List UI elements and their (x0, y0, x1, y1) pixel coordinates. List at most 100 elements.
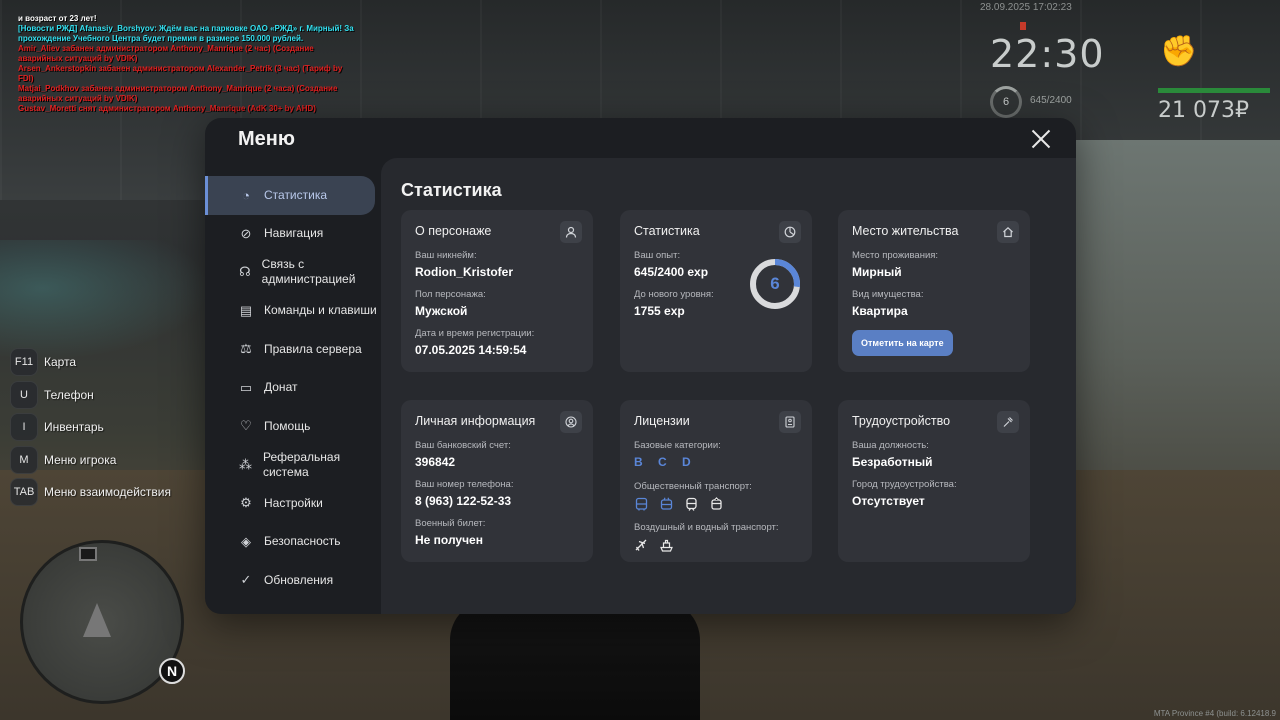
key-cap: M (10, 445, 38, 474)
headset-icon: ☊ (239, 264, 251, 280)
menu-window: Меню ◔ Статистика ⊘ Навигация ☊ Связь с админ… (205, 118, 1076, 614)
build-info: MTA Province #4 (build: 6.12418.9 (1153, 709, 1276, 718)
sidebar-item[interactable]: ⚙ Настройки (205, 484, 381, 523)
key-cap: U (10, 380, 38, 409)
chat-line: и возраст от 23 лет! (18, 14, 97, 23)
sidebar-item[interactable]: ✓ Обновления (205, 561, 381, 600)
sidebar-item[interactable]: ☊ Связь с администрацией (205, 253, 381, 292)
card-personal: Личная информация Ваш банковский счет: 3… (401, 400, 593, 562)
keybind-row: TAB Меню взаимодействия (10, 476, 171, 509)
hud-money: 21 073₽ (1158, 98, 1249, 123)
field-label: Место проживания: (852, 250, 939, 261)
hammer-icon (997, 411, 1019, 433)
military-value: Не получен (415, 533, 483, 547)
key-label: Инвентарь (44, 420, 104, 435)
keybind-row: M Меню игрока (10, 444, 171, 477)
air-water-transport-icons (634, 538, 798, 553)
chat-line: [Новости РЖД] Afanasiy_Borshyov: Ждём ва… (18, 24, 354, 43)
hud-time: 22:30 (990, 32, 1105, 76)
card-stats: Статистика Ваш опыт: 645/2400 exp До нов… (620, 210, 812, 372)
property-value: Квартира (852, 304, 908, 318)
sidebar-item[interactable]: ▭ Донат (205, 369, 381, 408)
key-cap: TAB (10, 478, 38, 507)
user-circle-icon (560, 411, 582, 433)
map-blip-icon (79, 547, 97, 561)
sidebar-item-label: Связь с администрацией (261, 257, 356, 287)
public-transport-icons (634, 497, 798, 512)
sidebar-item-label: Навигация (264, 226, 324, 241)
menu-content: Статистика О персонаже Ваш никнейм: Rodi… (381, 158, 1076, 614)
pie-chart-icon: ◔ (242, 187, 250, 203)
bus-icon (635, 497, 648, 511)
card-residence: Место жительства Место проживания: Мирны… (838, 210, 1030, 372)
card-licenses: Лицензии Базовые категории: B C D Общест… (620, 400, 812, 562)
health-bar (1158, 88, 1270, 93)
close-icon[interactable] (1030, 128, 1052, 150)
compass-icon: ⊘ (240, 225, 252, 241)
content-title: Статистика (401, 180, 502, 200)
scales-icon: ⚖ (240, 341, 252, 357)
chat-line: Amir_Aliev забанен администратором Antho… (18, 44, 314, 63)
key-cap: I (10, 413, 38, 442)
hud-level: 6 (1002, 96, 1010, 108)
key-cap: F11 (10, 348, 38, 377)
sidebar-item[interactable]: ⊘ Навигация (205, 215, 381, 254)
sidebar-item-label: Настройки (264, 495, 323, 510)
hud-date: 28.09.2025 17:02:23 (980, 2, 1072, 13)
field-label: Ваш никнейм: (415, 250, 477, 261)
sidebar-item-label: Статистика (264, 187, 328, 202)
card-title: Статистика (634, 224, 700, 238)
registration-value: 07.05.2025 14:59:54 (415, 343, 527, 357)
sidebar-item[interactable]: ⚖ Правила сервера (205, 330, 381, 369)
menu-sidebar: ◔ Статистика ⊘ Навигация ☊ Связь с администра… (205, 176, 381, 600)
mark-on-map-button[interactable]: Отметить на карте (852, 330, 953, 356)
card-title: Трудоустройство (852, 414, 951, 428)
employer-value: Отсутствует (852, 494, 925, 508)
key-label: Телефон (44, 387, 94, 402)
document-icon: ▤ (239, 302, 253, 318)
minimap: N (20, 540, 185, 704)
field-label: Общественный транспорт: (634, 481, 752, 492)
field-label: Ваш банковский счет: (415, 440, 511, 451)
recording-indicator-icon (1020, 22, 1026, 30)
field-label: Вид имущества: (852, 289, 924, 300)
chat-line: Gustav_Moretti снят администратором Anth… (18, 104, 316, 113)
gender-value: Мужской (415, 304, 468, 318)
keybind-row: I Инвентарь (10, 411, 171, 444)
card-title: Лицензии (634, 414, 690, 428)
trolleybus-icon (660, 497, 673, 510)
game-background-glow (0, 240, 210, 360)
train-icon (686, 497, 697, 511)
keybind-row: F11 Карта (10, 346, 171, 379)
field-label: Пол персонажа: (415, 289, 486, 300)
field-label: Ваш номер телефона: (415, 479, 514, 490)
game-background-wall (1070, 140, 1280, 500)
sidebar-item[interactable]: ⁂ Реферальная система (205, 446, 381, 485)
card-title: Место жительства (852, 224, 959, 238)
sidebar-item-label: Обновления (264, 572, 334, 587)
chat-log: и возраст от 23 лет! [Новости РЖД] Afanas… (18, 14, 358, 114)
sidebar-item[interactable]: ◔ Статистика (205, 176, 375, 215)
field-label: Ваша должность: (852, 440, 929, 451)
sidebar-item[interactable]: ◈ Безопасность (205, 523, 381, 562)
check-circle-icon: ✓ (240, 572, 252, 588)
sidebar-item-label: Правила сервера (264, 341, 362, 356)
field-label: Воздушный и водный транспорт: (634, 522, 779, 533)
bank-value: 396842 (415, 455, 456, 469)
boat-icon (660, 539, 673, 552)
pie-chart-icon (779, 221, 801, 243)
phone-value: 8 (963) 122-52-33 (415, 494, 512, 508)
field-label: Город трудоустройства: (852, 479, 957, 490)
network-icon: ⁂ (238, 456, 252, 472)
heart-hand-icon: ♡ (240, 418, 252, 434)
gear-icon: ⚙ (240, 495, 252, 511)
player-character (450, 600, 700, 720)
chat-line: Arsen_Ankerstopkin забанен администратор… (18, 64, 343, 83)
card-character: О персонаже Ваш никнейм: Rodion_Kristofe… (401, 210, 593, 372)
card-job: Трудоустройство Ваша должность: Безработ… (838, 400, 1030, 562)
sidebar-item[interactable]: ▤ Команды и клавиши (205, 292, 381, 331)
sidebar-item-label: Помощь (264, 418, 311, 433)
home-icon (997, 221, 1019, 243)
sidebar-item[interactable]: ♡ Помощь (205, 407, 381, 446)
chat-line: Matjai_Podkhov забанен администратором A… (18, 84, 338, 103)
